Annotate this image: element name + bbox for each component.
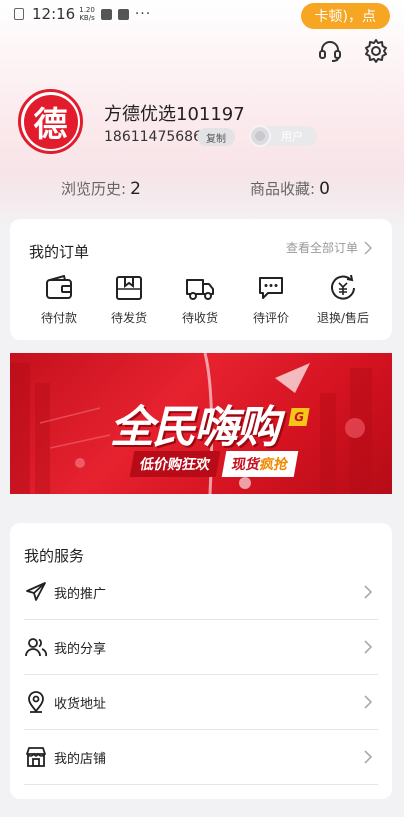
browse-history-count: 2: [130, 179, 141, 199]
avatar-logo: 德: [23, 94, 78, 149]
banner-subtitle: 低价购狂欢 现货疯抢: [129, 451, 342, 477]
service-my-store[interactable]: 我的店铺: [24, 730, 378, 785]
banner-sub-right: 现货疯抢: [221, 451, 299, 477]
settings-gear-icon[interactable]: [363, 38, 389, 64]
banner-badge: G: [288, 408, 310, 426]
order-pending-shipment[interactable]: 待发货: [99, 275, 159, 326]
orders-card: 我的订单 查看全部订单 待付款 待发货 待收货 待评价 退换/售后: [10, 219, 392, 340]
paper-plane-icon: [26, 582, 46, 601]
users-icon: [25, 638, 47, 657]
banner-sub-left: 低价购狂欢: [129, 451, 221, 477]
service-my-promotion[interactable]: 我的推广: [24, 565, 378, 620]
order-pending-payment[interactable]: 待付款: [29, 275, 89, 326]
wallet-icon: [46, 275, 72, 299]
sim-icon: [14, 8, 24, 20]
status-time: 12:16: [32, 5, 76, 23]
services-card: 我的服务 我的推广 我的分享 收货地址 我的店铺: [10, 523, 392, 799]
view-all-orders-link[interactable]: 查看全部订单: [286, 239, 372, 256]
favorites-label: 商品收藏:: [250, 180, 316, 198]
browse-history-label: 浏览历史:: [61, 180, 127, 198]
order-pending-receipt[interactable]: 待收货: [170, 275, 230, 326]
favorites[interactable]: 商品收藏: 0: [250, 178, 330, 199]
toast-message[interactable]: 卡顿)，点: [300, 3, 390, 29]
package-icon: [116, 276, 142, 300]
chevron-right-icon: [364, 695, 373, 709]
notification-icon: [100, 8, 112, 20]
service-my-share[interactable]: 我的分享: [24, 620, 378, 675]
chevron-right-icon: [364, 640, 373, 654]
user-phone: 18611475686: [104, 129, 202, 145]
location-pin-icon: [28, 691, 44, 713]
headset-icon[interactable]: [317, 38, 343, 64]
service-shipping-address[interactable]: 收货地址: [24, 675, 378, 730]
avatar[interactable]: 德: [18, 89, 83, 154]
order-refund-aftersales[interactable]: 退换/售后: [312, 275, 374, 326]
more-notifications-icon: ···: [134, 6, 152, 22]
services-title: 我的服务: [24, 547, 85, 565]
banner-headline: 全民嗨购: [110, 402, 280, 453]
copy-button[interactable]: 复制: [197, 128, 235, 146]
chevron-right-icon: [364, 585, 373, 599]
promo-banner[interactable]: 全民嗨购 G 低价购狂欢 现货疯抢: [10, 353, 392, 494]
store-icon: [26, 747, 46, 767]
member-badge-icon: [249, 125, 271, 147]
orders-title: 我的订单: [29, 243, 90, 261]
favorites-count: 0: [319, 179, 330, 199]
chevron-right-icon: [364, 750, 373, 764]
refund-icon: [331, 275, 355, 300]
chevron-right-icon: [364, 240, 372, 255]
network-speed: 1.20 KB/s: [79, 6, 95, 22]
user-name: 方德优选101197: [104, 104, 245, 125]
order-pending-review[interactable]: 待评价: [241, 275, 301, 326]
app-notification-icon: [117, 8, 129, 20]
truck-icon: [186, 279, 214, 300]
comment-icon: [259, 277, 283, 299]
browse-history[interactable]: 浏览历史: 2: [61, 178, 141, 199]
